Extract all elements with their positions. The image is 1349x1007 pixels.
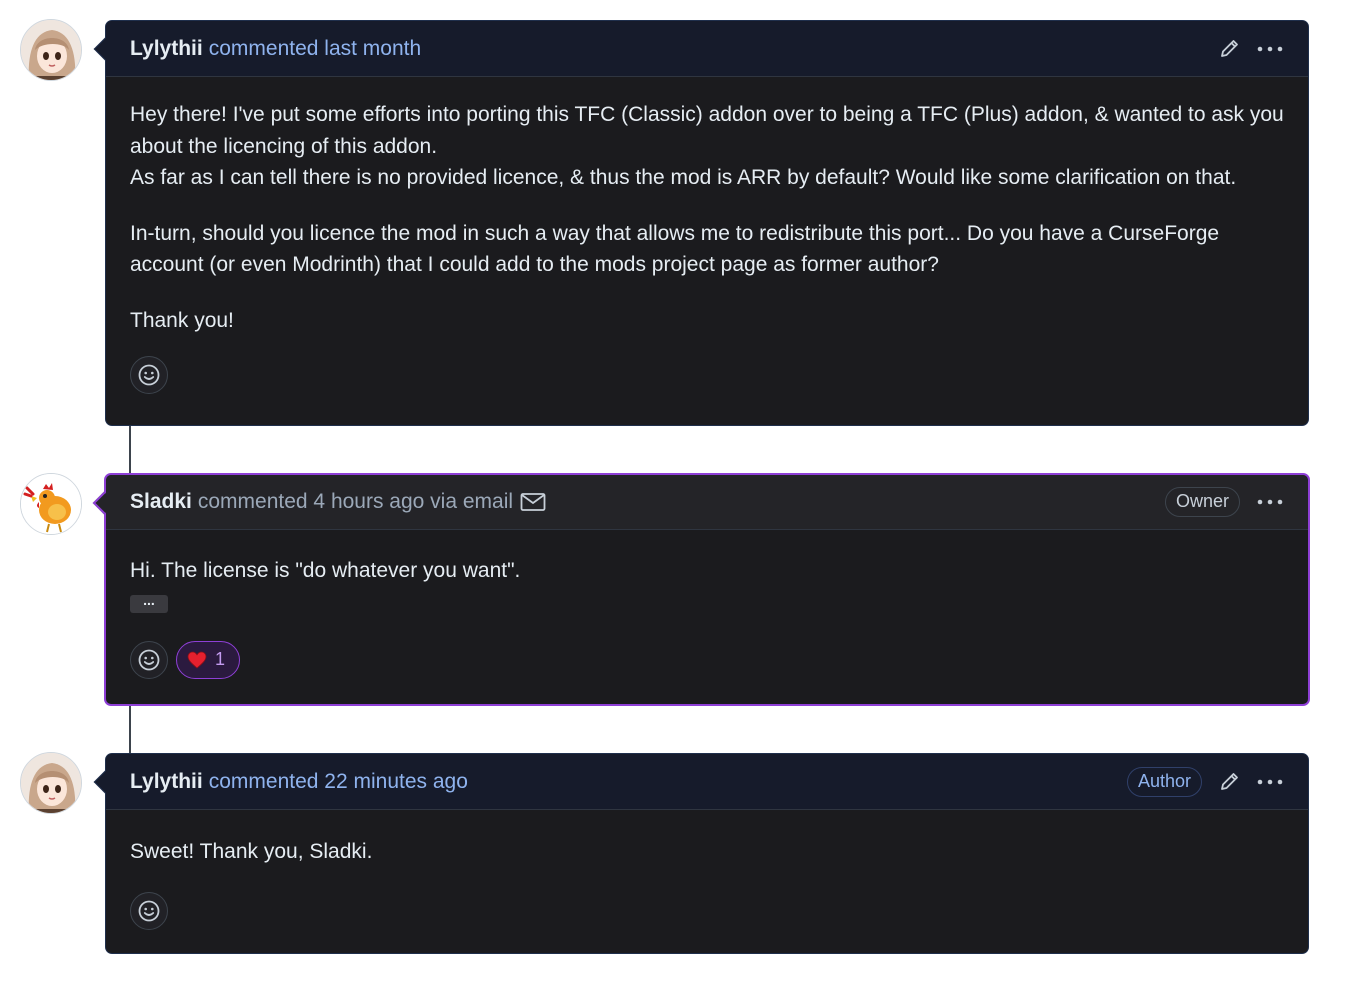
comment-card: Lylythii commented last month Hey there!… xyxy=(93,20,1309,426)
smiley-icon[interactable] xyxy=(130,640,168,679)
heart-icon xyxy=(187,651,207,669)
comment-body: Hey there! I've put some efforts into po… xyxy=(106,77,1308,336)
comment-header: Sladki commented 4 hours ago via email O… xyxy=(106,475,1308,530)
kebab-icon[interactable] xyxy=(1256,778,1284,786)
comment-paragraph: Hi. The license is "do whatever you want… xyxy=(130,559,521,582)
comment-paragraph: Hey there! I've put some efforts into po… xyxy=(130,103,1284,158)
reactions-bar xyxy=(106,891,1308,930)
comment-timestamp[interactable]: commented last month xyxy=(209,37,421,61)
smiley-icon[interactable] xyxy=(130,356,168,394)
comment-paragraph: Thank you! xyxy=(130,308,234,332)
mail-icon xyxy=(520,492,546,512)
smiley-icon[interactable] xyxy=(130,891,168,930)
kebab-icon[interactable] xyxy=(1256,498,1284,506)
timeline-connector xyxy=(129,705,131,753)
avatar-lylythii[interactable] xyxy=(20,752,82,814)
reactions-bar xyxy=(106,356,1308,394)
comment-author[interactable]: Sladki xyxy=(130,490,192,514)
author-badge: Author xyxy=(1126,766,1202,797)
comment-author[interactable]: Lylythii xyxy=(130,770,203,794)
comment-card: Lylythii commented 22 minutes ago Author… xyxy=(93,753,1309,954)
avatar-lylythii[interactable] xyxy=(20,19,82,81)
comment-paragraph: As far as I can tell there is no provide… xyxy=(130,166,1237,189)
show-hidden-text-button[interactable]: ... xyxy=(130,593,168,613)
comment-paragraph: In-turn, should you licence the mod in s… xyxy=(130,221,1220,277)
comment-card-highlighted: Sladki commented 4 hours ago via email O… xyxy=(92,473,1310,706)
owner-badge: Owner xyxy=(1164,487,1240,517)
avatar-sladki[interactable] xyxy=(20,473,82,535)
comment-author[interactable]: Lylythii xyxy=(130,37,203,61)
comment-paragraph: Sweet! Thank you, Sladki. xyxy=(130,840,373,863)
heart-reaction-button[interactable]: 1 xyxy=(176,640,241,679)
reaction-count: 1 xyxy=(215,649,226,669)
comment-timestamp[interactable]: commented 22 minutes ago xyxy=(209,770,468,794)
comment-header: Lylythii commented 22 minutes ago Author xyxy=(106,754,1308,810)
reactions-bar: 1 xyxy=(106,640,1308,679)
pencil-icon[interactable] xyxy=(1218,38,1240,60)
kebab-icon[interactable] xyxy=(1256,45,1284,53)
comment-body: Sweet! Thank you, Sladki. xyxy=(106,810,1308,868)
comment-body: Hi. The license is "do whatever you want… xyxy=(106,530,1308,613)
comment-timestamp[interactable]: commented 4 hours ago via email xyxy=(198,490,513,514)
pencil-icon[interactable] xyxy=(1218,771,1240,793)
timeline-connector xyxy=(129,425,131,473)
comment-header: Lylythii commented last month xyxy=(106,21,1308,77)
